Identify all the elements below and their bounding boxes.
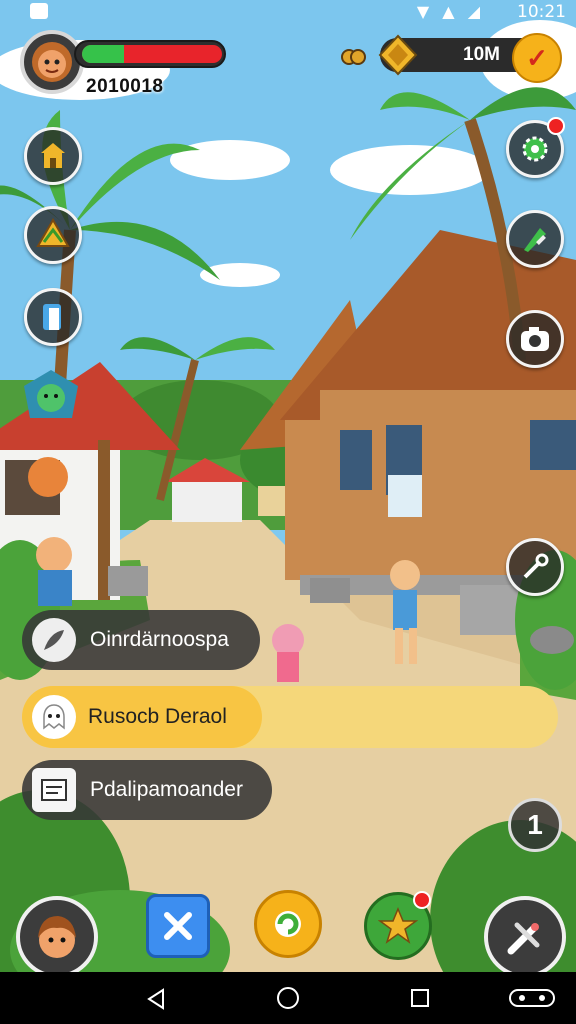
menu-item-1-icon — [32, 618, 76, 662]
house-lantern-icon — [41, 143, 65, 168]
player-avatar[interactable] — [20, 30, 84, 94]
status-bar: ▼ ▲ ◢ 10:21 — [0, 0, 576, 26]
refresh-button[interactable] — [254, 890, 322, 958]
counter-value: 1 — [527, 809, 543, 840]
menu-item-3-label: Pdalipamoander — [90, 778, 243, 801]
settings-gear-icon — [522, 136, 548, 162]
shield-villager-icon — [24, 370, 78, 418]
guard-button[interactable] — [22, 368, 80, 426]
document-icon — [41, 779, 67, 801]
recents-nav-icon[interactable] — [410, 988, 430, 1008]
player-id: 2010018 — [86, 76, 164, 97]
edit-button[interactable] — [484, 896, 566, 978]
menu-item-2[interactable]: Rusocb Deraol — [22, 686, 558, 748]
tools-button[interactable] — [506, 538, 564, 596]
notification-icon — [30, 3, 48, 19]
status-time: 10:21 — [517, 2, 566, 22]
checkmark-icon: ✓ — [526, 42, 548, 73]
quest-badge — [413, 891, 431, 909]
signal-icons: ▼ ▲ ◢ — [416, 2, 484, 21]
health-bar — [74, 40, 226, 68]
menu-item-1-label: Oinrdärnoospa — [90, 628, 229, 651]
quest-button[interactable] — [364, 891, 432, 960]
door-icon — [43, 304, 61, 330]
system-nav-bar — [0, 972, 576, 1024]
leaf-map-icon — [36, 218, 70, 247]
menu-item-2-label: Rusocb Deraol — [88, 705, 227, 728]
tools-icon — [523, 553, 549, 579]
ghost-icon — [43, 704, 65, 730]
menu-item-1[interactable]: Oinrdärnoospa — [22, 610, 260, 670]
close-button[interactable] — [146, 894, 210, 958]
character-icon — [38, 916, 76, 958]
settings-badge — [547, 117, 565, 135]
camera-button[interactable] — [506, 310, 564, 368]
villager-avatar-icon — [32, 42, 72, 82]
house-button[interactable] — [24, 127, 82, 185]
door-button[interactable] — [24, 288, 82, 346]
gamepad-icon[interactable] — [508, 986, 556, 1010]
confirm-button[interactable]: ✓ — [512, 33, 562, 83]
settings-button[interactable] — [506, 117, 565, 178]
feather-icon — [44, 630, 64, 650]
menu-item-3-icon — [32, 768, 76, 812]
menu-item-2-icon — [32, 695, 76, 739]
gold-coin-icon — [378, 34, 418, 76]
camera-icon — [521, 327, 549, 351]
close-icon — [164, 912, 192, 940]
village-scene — [0, 0, 576, 1024]
edit-tools-icon — [507, 922, 540, 955]
refresh-icon — [275, 911, 301, 937]
health-bar-fill — [82, 45, 124, 63]
character-button[interactable] — [16, 896, 98, 978]
back-nav-icon[interactable] — [146, 988, 166, 1010]
build-hammer-icon — [524, 228, 546, 252]
counter-button[interactable]: 1 — [508, 798, 562, 852]
currency-value: 10M — [463, 44, 500, 65]
gem-cluster-icon — [340, 44, 366, 70]
star-quest-icon — [378, 907, 418, 944]
menu-item-3[interactable]: Pdalipamoander — [22, 760, 272, 820]
build-button[interactable] — [506, 210, 564, 268]
map-button[interactable] — [24, 206, 82, 264]
home-nav-icon[interactable] — [276, 986, 300, 1010]
